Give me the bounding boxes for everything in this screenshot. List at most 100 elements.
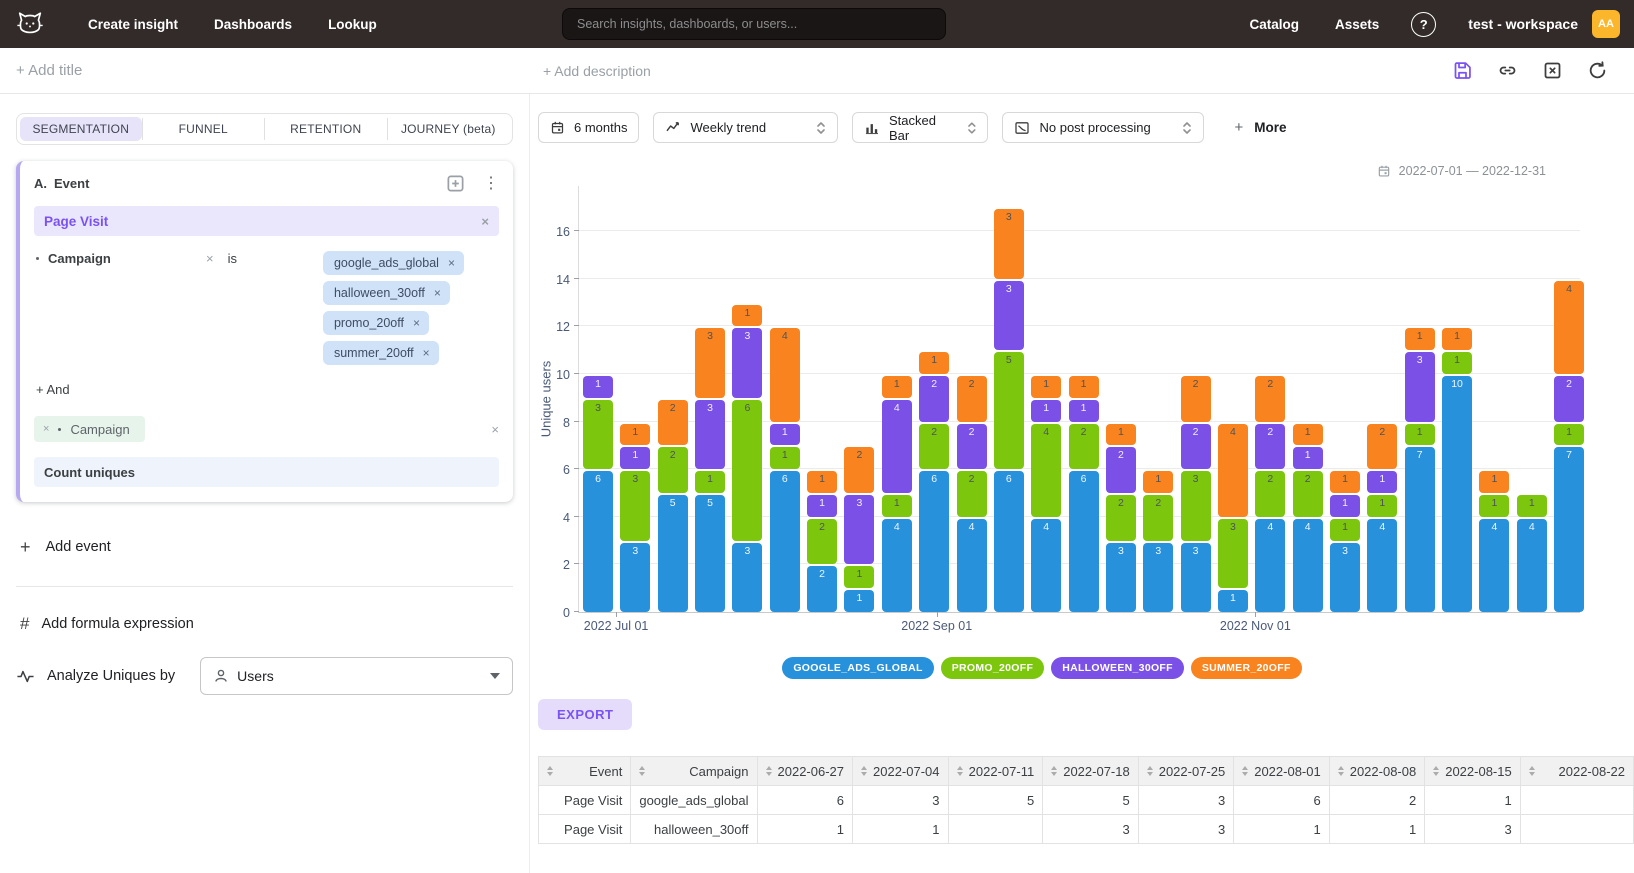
sort-icon[interactable]: [639, 766, 645, 777]
bar-segment-halloween_30off[interactable]: 2: [1106, 447, 1136, 493]
bar-segment-summer_20off[interactable]: 4: [1218, 424, 1248, 517]
bar-segment-google_ads_global[interactable]: 7: [1554, 447, 1584, 612]
stacked-bar[interactable]: 4112: [1367, 422, 1397, 612]
stacked-bar[interactable]: 4411: [1031, 374, 1061, 612]
bar-segment-google_ads_global[interactable]: 3: [1181, 543, 1211, 612]
bar-segment-summer_20off[interactable]: 1: [1442, 328, 1472, 350]
bar-segment-halloween_30off[interactable]: 3: [844, 495, 874, 564]
bar-segment-google_ads_global[interactable]: 4: [1367, 519, 1397, 612]
bar-segment-halloween_30off[interactable]: 2: [1255, 424, 1285, 470]
tab-segmentation[interactable]: SEGMENTATION: [20, 117, 142, 141]
bar-segment-promo_20off[interactable]: 2: [1069, 424, 1099, 470]
bar-segment-summer_20off[interactable]: 1: [1330, 471, 1360, 493]
bar-segment-summer_20off[interactable]: 1: [807, 471, 837, 493]
bar-segment-promo_20off[interactable]: 1: [1554, 424, 1584, 446]
bar-segment-halloween_30off[interactable]: 1: [1367, 471, 1397, 493]
bar-segment-halloween_30off[interactable]: 3: [1405, 352, 1435, 421]
tab-journey-beta[interactable]: JOURNEY (beta): [388, 117, 510, 141]
event-menu-icon[interactable]: ⋮: [483, 176, 499, 192]
bar-segment-google_ads_global[interactable]: 4: [1293, 519, 1323, 612]
bar-segment-google_ads_global[interactable]: 5: [658, 495, 688, 612]
bar-segment-google_ads_global[interactable]: 4: [1031, 519, 1061, 612]
sort-icon[interactable]: [861, 766, 867, 777]
add-event-button[interactable]: + Add event: [16, 538, 513, 556]
stacked-bar[interactable]: 631: [583, 374, 613, 612]
sort-icon[interactable]: [1433, 766, 1439, 777]
bar-segment-google_ads_global[interactable]: 10: [1442, 376, 1472, 612]
remove-event-icon[interactable]: ×: [481, 215, 489, 228]
bar-segment-halloween_30off[interactable]: 1: [807, 495, 837, 517]
stacked-bar[interactable]: 41: [1517, 493, 1547, 612]
column-header[interactable]: Campaign: [631, 757, 757, 786]
bar-segment-summer_20off[interactable]: 1: [1479, 471, 1509, 493]
filter-operator[interactable]: is: [228, 251, 237, 266]
aggregation-select[interactable]: Count uniques: [34, 457, 499, 487]
bar-segment-google_ads_global[interactable]: 1: [844, 590, 874, 612]
campaign-value-chip[interactable]: halloween_30off×: [323, 281, 450, 305]
post-processing-select[interactable]: No post processing: [1002, 112, 1204, 143]
bar-segment-promo_20off[interactable]: 2: [1293, 471, 1323, 517]
bar-segment-promo_20off[interactable]: 3: [620, 471, 650, 540]
stacked-bar[interactable]: 4211: [1293, 422, 1323, 612]
stacked-bar[interactable]: 3221: [1106, 422, 1136, 612]
sort-icon[interactable]: [1051, 766, 1057, 777]
bar-segment-promo_20off[interactable]: 2: [957, 471, 987, 517]
copy-link-icon[interactable]: [1497, 60, 1518, 81]
add-title-button[interactable]: + Add title: [16, 62, 82, 79]
add-filter-icon[interactable]: [446, 174, 465, 193]
time-range-button[interactable]: 6 months: [538, 112, 639, 143]
bar-segment-google_ads_global[interactable]: 6: [994, 471, 1024, 612]
remove-breakdown-icon[interactable]: ×: [43, 424, 49, 435]
add-description-button[interactable]: + Add description: [543, 63, 651, 79]
bar-segment-google_ads_global[interactable]: 6: [919, 471, 949, 612]
sort-icon[interactable]: [547, 766, 553, 777]
column-header[interactable]: 2022-07-11: [948, 757, 1043, 786]
bar-segment-summer_20off[interactable]: 1: [1293, 424, 1323, 446]
bar-segment-summer_20off[interactable]: 1: [1405, 328, 1435, 350]
bar-segment-promo_20off[interactable]: 3: [1218, 519, 1248, 588]
more-button[interactable]: + More: [1218, 120, 1302, 135]
legend-pill-promo_20off[interactable]: PROMO_20OFF: [941, 657, 1044, 679]
bar-segment-promo_20off[interactable]: 1: [844, 566, 874, 588]
column-header[interactable]: 2022-08-08: [1329, 757, 1425, 786]
bar-segment-summer_20off[interactable]: 2: [658, 400, 688, 446]
stacked-bar[interactable]: 2211: [807, 469, 837, 612]
stacked-bar[interactable]: 4222: [1255, 374, 1285, 612]
nav-create-insight[interactable]: Create insight: [70, 17, 196, 32]
bar-segment-promo_20off[interactable]: 1: [1517, 495, 1547, 517]
bar-segment-google_ads_global[interactable]: 2: [807, 566, 837, 612]
bar-segment-summer_20off[interactable]: 2: [1255, 376, 1285, 422]
stacked-bar[interactable]: 6533: [994, 207, 1024, 612]
sort-icon[interactable]: [1338, 766, 1344, 777]
bar-segment-summer_20off[interactable]: 2: [1367, 424, 1397, 470]
remove-value-icon[interactable]: ×: [423, 347, 430, 359]
legend-pill-halloween_30off[interactable]: HALLOWEEN_30OFF: [1051, 657, 1184, 679]
bar-segment-promo_20off[interactable]: 1: [1405, 424, 1435, 446]
bar-segment-promo_20off[interactable]: 6: [732, 400, 762, 541]
stacked-bar[interactable]: 4222: [957, 374, 987, 612]
column-header[interactable]: 2022-08-15: [1425, 757, 1521, 786]
bar-segment-google_ads_global[interactable]: 5: [695, 495, 725, 612]
nav-assets[interactable]: Assets: [1317, 17, 1397, 32]
bar-segment-summer_20off[interactable]: 3: [695, 328, 725, 397]
bar-segment-summer_20off[interactable]: 4: [770, 328, 800, 421]
remove-value-icon[interactable]: ×: [448, 257, 455, 269]
bar-segment-summer_20off[interactable]: 1: [620, 424, 650, 446]
breakdown-chip[interactable]: × Campaign: [34, 416, 145, 442]
bar-segment-promo_20off[interactable]: 1: [1442, 352, 1472, 374]
add-formula-button[interactable]: # Add formula expression: [16, 615, 513, 632]
bar-segment-halloween_30off[interactable]: 1: [1293, 447, 1323, 469]
sort-icon[interactable]: [1242, 766, 1248, 777]
bar-segment-summer_20off[interactable]: 4: [1554, 281, 1584, 374]
bar-segment-halloween_30off[interactable]: 1: [770, 424, 800, 446]
bar-segment-google_ads_global[interactable]: 4: [957, 519, 987, 612]
add-and-filter-button[interactable]: + And: [34, 382, 499, 397]
bar-segment-google_ads_global[interactable]: 7: [1405, 447, 1435, 612]
bar-segment-google_ads_global[interactable]: 4: [1255, 519, 1285, 612]
bar-segment-halloween_30off[interactable]: 1: [620, 447, 650, 469]
bar-segment-google_ads_global[interactable]: 3: [620, 543, 650, 612]
column-header[interactable]: 2022-08-22: [1520, 757, 1633, 786]
bar-segment-google_ads_global[interactable]: 4: [1517, 519, 1547, 612]
bar-segment-promo_20off[interactable]: 2: [807, 519, 837, 565]
filter-property[interactable]: Campaign: [34, 251, 206, 266]
